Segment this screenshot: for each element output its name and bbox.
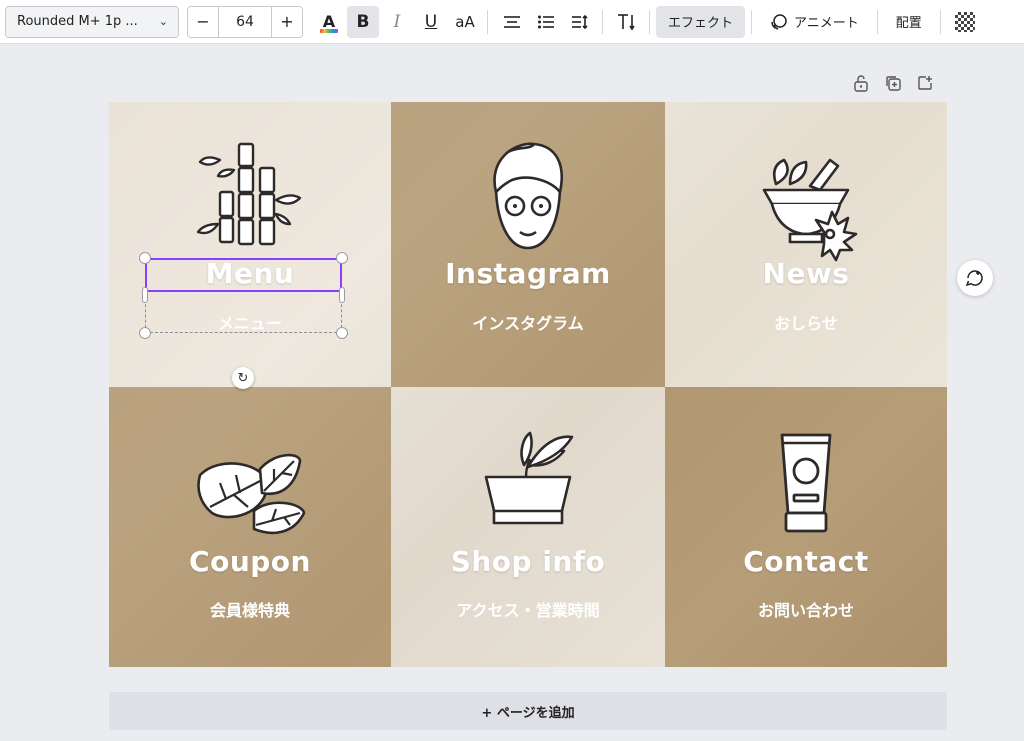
divider <box>939 9 941 34</box>
animate-label: アニメート <box>794 16 859 31</box>
tile-subtitle[interactable]: お問い合わせ <box>665 597 947 621</box>
lock-page-button[interactable] <box>850 72 872 94</box>
active-text-selection[interactable] <box>145 258 342 292</box>
tile-title[interactable]: News <box>665 257 947 290</box>
font-size-stepper: − 64 + <box>187 5 303 38</box>
tile-title[interactable]: Instagram <box>391 257 665 290</box>
effects-button[interactable]: エフェクト <box>656 5 746 38</box>
resize-handle-top-right[interactable] <box>336 252 348 264</box>
list-button[interactable] <box>530 6 562 38</box>
font-family-dropdown[interactable]: Rounded M+ 1p ... ⌄ <box>5 5 179 38</box>
tile-subtitle[interactable]: メニュー <box>109 310 391 334</box>
duplicate-icon <box>886 76 901 91</box>
rotate-icon: ↻ <box>237 370 249 386</box>
cosmetic-tube-icon <box>780 433 832 533</box>
vertical-text-button[interactable] <box>611 6 643 38</box>
add-page-button[interactable]: + ページを追加 <box>109 692 947 730</box>
font-family-value: Rounded M+ 1p ... <box>17 14 138 29</box>
tile-subtitle[interactable]: アクセス・営業時間 <box>391 597 665 621</box>
font-size-input[interactable]: 64 <box>218 6 272 37</box>
resize-handle-left[interactable] <box>142 287 148 303</box>
resize-handle-right[interactable] <box>339 287 345 303</box>
text-color-icon: A <box>322 11 336 31</box>
rotate-handle[interactable]: ↻ <box>232 367 254 389</box>
color-bar <box>320 28 338 33</box>
underline-button[interactable]: U <box>415 6 447 38</box>
editor-toolbar: Rounded M+ 1p ... ⌄ − 64 + A B I U aA エフ… <box>0 0 1024 44</box>
add-comment-button[interactable] <box>957 260 993 296</box>
divider <box>649 9 650 34</box>
text-color-button[interactable]: A <box>313 6 345 38</box>
decrease-font-size-button[interactable]: − <box>188 6 218 37</box>
resize-handle-bottom-right[interactable] <box>336 327 348 339</box>
bamboo-icon <box>196 142 302 246</box>
mortar-herbs-icon <box>762 158 858 262</box>
animate-button[interactable]: アニメート <box>758 6 871 38</box>
tile-menu[interactable]: Menu メニュー <box>109 102 391 387</box>
tile-title[interactable]: Coupon <box>109 545 391 578</box>
transparency-icon <box>954 11 975 32</box>
add-page-icon <box>918 76 932 90</box>
italic-button[interactable]: I <box>381 6 413 38</box>
transparency-button[interactable] <box>949 6 981 38</box>
bullet-list-icon <box>538 15 554 28</box>
divider <box>876 9 878 34</box>
tile-instagram[interactable]: Instagram インスタグラム <box>391 102 665 387</box>
animate-icon <box>771 13 787 30</box>
spacing-button[interactable] <box>564 6 596 38</box>
divider <box>487 9 488 34</box>
divider <box>751 9 753 34</box>
increase-font-size-button[interactable]: + <box>272 6 302 37</box>
tile-title[interactable]: Shop info <box>391 545 665 578</box>
tile-title[interactable]: Contact <box>665 545 947 578</box>
tile-shop-info[interactable]: Shop info アクセス・営業時間 <box>391 387 665 667</box>
vertical-text-icon <box>618 13 635 30</box>
tile-contact[interactable]: Contact お問い合わせ <box>665 387 947 667</box>
chevron-down-icon: ⌄ <box>158 15 168 28</box>
tile-subtitle[interactable]: インスタグラム <box>391 310 665 334</box>
leaves-icon <box>197 453 306 535</box>
comment-icon <box>965 270 983 287</box>
position-button[interactable]: 配置 <box>884 6 934 38</box>
resize-handle-top-left[interactable] <box>139 252 151 264</box>
align-center-icon <box>504 15 520 28</box>
tile-coupon[interactable]: Coupon 会員様特典 <box>109 387 391 667</box>
letter-case-button[interactable]: aA <box>449 6 481 38</box>
add-page-icon-button[interactable] <box>914 72 936 94</box>
face-mask-icon <box>493 142 563 250</box>
bold-button[interactable]: B <box>347 5 379 38</box>
lock-icon <box>854 75 868 92</box>
tile-news[interactable]: News おしらせ <box>665 102 947 387</box>
divider <box>602 9 603 34</box>
align-center-button[interactable] <box>496 6 528 38</box>
line-spacing-icon <box>572 14 588 29</box>
plant-pot-icon <box>484 431 574 525</box>
tile-subtitle[interactable]: 会員様特典 <box>109 597 391 621</box>
page-tools <box>850 72 936 94</box>
tile-subtitle[interactable]: おしらせ <box>665 310 947 334</box>
duplicate-page-button[interactable] <box>882 72 904 94</box>
resize-handle-bottom-left[interactable] <box>139 327 151 339</box>
